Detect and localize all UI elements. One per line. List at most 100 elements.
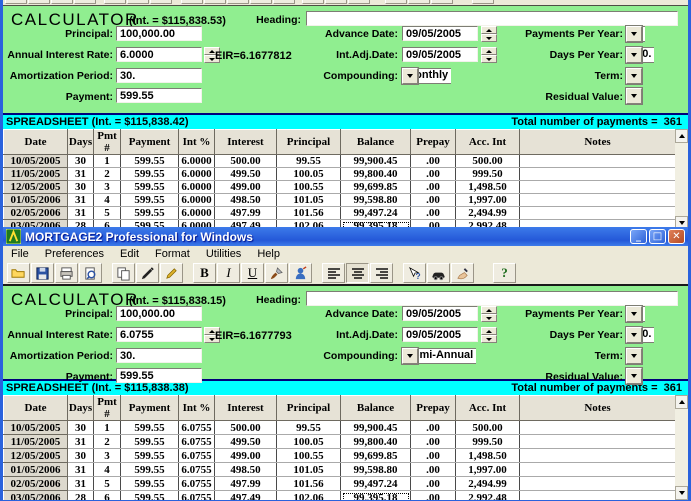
- align-left-button[interactable]: [322, 263, 345, 283]
- cell[interactable]: 101.05: [277, 463, 341, 477]
- pen-tool-button[interactable]: [160, 263, 183, 283]
- marker-tool-button[interactable]: [136, 263, 159, 283]
- annual-interest-rate-input[interactable]: [116, 47, 202, 62]
- cell[interactable]: .00: [411, 435, 456, 449]
- chevron-down-icon[interactable]: [626, 306, 642, 322]
- cell[interactable]: 99.55: [277, 155, 341, 168]
- cell[interactable]: 599.55: [121, 435, 179, 449]
- align-center-button[interactable]: [346, 263, 369, 283]
- chevron-down-icon[interactable]: [626, 348, 642, 364]
- column-header-pmt-[interactable]: Pmt #: [94, 130, 121, 155]
- minimize-button[interactable]: _: [630, 229, 647, 244]
- column-header-days[interactable]: Days: [68, 396, 94, 421]
- menu-file[interactable]: File: [3, 248, 37, 260]
- amortization-period-input[interactable]: [116, 68, 202, 83]
- scroll-up-icon[interactable]: [675, 395, 688, 409]
- cell[interactable]: 99,800.40: [341, 435, 411, 449]
- date-cell[interactable]: 11/05/2005: [4, 435, 68, 449]
- cell[interactable]: [520, 194, 676, 207]
- cell[interactable]: [520, 181, 676, 194]
- cell[interactable]: 30: [68, 421, 94, 435]
- cell[interactable]: 102.06: [277, 491, 341, 501]
- cell[interactable]: .00: [411, 491, 456, 501]
- cell[interactable]: 4: [94, 194, 121, 207]
- column-header-prepay[interactable]: Prepay: [411, 130, 456, 155]
- cell[interactable]: 2,992.48: [456, 491, 520, 501]
- residual-value-dropdown[interactable]: [626, 368, 683, 384]
- cell[interactable]: .00: [411, 155, 456, 168]
- scroll-down-icon[interactable]: [675, 486, 688, 500]
- cell[interactable]: [520, 449, 676, 463]
- cell[interactable]: 99,395.18: [341, 491, 411, 501]
- cell[interactable]: 6.0755: [179, 477, 215, 491]
- cell[interactable]: 6.0000: [179, 194, 215, 207]
- chevron-down-icon[interactable]: [402, 348, 418, 364]
- cell[interactable]: [520, 421, 676, 435]
- cell[interactable]: 99,598.80: [341, 463, 411, 477]
- term-dropdown[interactable]: [626, 68, 683, 84]
- cell[interactable]: .00: [411, 449, 456, 463]
- cell[interactable]: 99,598.80: [341, 194, 411, 207]
- cell[interactable]: 499.50: [215, 168, 277, 181]
- cell[interactable]: 999.50: [456, 435, 520, 449]
- heading-input[interactable]: [306, 291, 678, 306]
- underline-button[interactable]: U: [241, 263, 264, 283]
- cell[interactable]: 499.00: [215, 449, 277, 463]
- cell[interactable]: 100.55: [277, 449, 341, 463]
- annual-interest-rate-input[interactable]: [116, 327, 202, 342]
- chevron-down-icon[interactable]: [626, 68, 642, 84]
- column-header-notes[interactable]: Notes: [520, 130, 676, 155]
- menu-utilities[interactable]: Utilities: [198, 248, 249, 260]
- menu-format[interactable]: Format: [147, 248, 198, 260]
- chevron-down-icon[interactable]: [626, 88, 642, 104]
- paintbrush-button[interactable]: [265, 263, 288, 283]
- print-preview-button[interactable]: [79, 263, 102, 283]
- column-header-date[interactable]: Date: [4, 396, 68, 421]
- column-header-acc-int[interactable]: Acc. Int: [456, 130, 520, 155]
- cell[interactable]: 500.00: [215, 421, 277, 435]
- cell[interactable]: 6.0000: [179, 181, 215, 194]
- save-button[interactable]: [31, 263, 54, 283]
- date-cell[interactable]: 12/05/2005: [4, 449, 68, 463]
- column-header-prepay[interactable]: Prepay: [411, 396, 456, 421]
- cell[interactable]: 99,497.24: [341, 477, 411, 491]
- print-button[interactable]: [55, 263, 78, 283]
- principal-input[interactable]: [116, 26, 202, 41]
- cell[interactable]: 599.55: [121, 491, 179, 501]
- date-cell[interactable]: 10/05/2005: [4, 421, 68, 435]
- menu-preferences[interactable]: Preferences: [37, 248, 112, 260]
- principal-input[interactable]: [116, 306, 202, 321]
- cell[interactable]: [520, 477, 676, 491]
- column-header-notes[interactable]: Notes: [520, 396, 676, 421]
- cell[interactable]: 31: [68, 463, 94, 477]
- context-help-button[interactable]: ?: [403, 263, 426, 283]
- cell[interactable]: 599.55: [121, 181, 179, 194]
- cell[interactable]: 599.55: [121, 421, 179, 435]
- cell[interactable]: .00: [411, 477, 456, 491]
- column-header-principal[interactable]: Principal: [277, 130, 341, 155]
- cell[interactable]: 6.0755: [179, 463, 215, 477]
- date-cell[interactable]: 02/05/2006: [4, 477, 68, 491]
- chevron-down-icon[interactable]: [402, 68, 418, 84]
- chevron-down-icon[interactable]: [626, 327, 642, 343]
- cell[interactable]: 31: [68, 194, 94, 207]
- cell[interactable]: 31: [68, 477, 94, 491]
- cell[interactable]: [520, 155, 676, 168]
- menu-edit[interactable]: Edit: [112, 248, 147, 260]
- cell[interactable]: 497.49: [215, 491, 277, 501]
- column-header-date[interactable]: Date: [4, 130, 68, 155]
- cell[interactable]: 31: [68, 207, 94, 220]
- cell[interactable]: [520, 207, 676, 220]
- hand-pen-tool-button[interactable]: [451, 263, 474, 283]
- cell[interactable]: 6: [94, 491, 121, 501]
- cell[interactable]: 101.56: [277, 477, 341, 491]
- menu-help[interactable]: Help: [249, 248, 288, 260]
- cell[interactable]: 30: [68, 449, 94, 463]
- cell[interactable]: 1,997.00: [456, 194, 520, 207]
- int-adj-date-input[interactable]: [402, 327, 478, 342]
- scroll-up-icon[interactable]: [675, 129, 688, 143]
- cell[interactable]: [520, 435, 676, 449]
- date-cell[interactable]: 11/05/2005: [4, 168, 68, 181]
- column-header-principal[interactable]: Principal: [277, 396, 341, 421]
- cell[interactable]: 101.05: [277, 194, 341, 207]
